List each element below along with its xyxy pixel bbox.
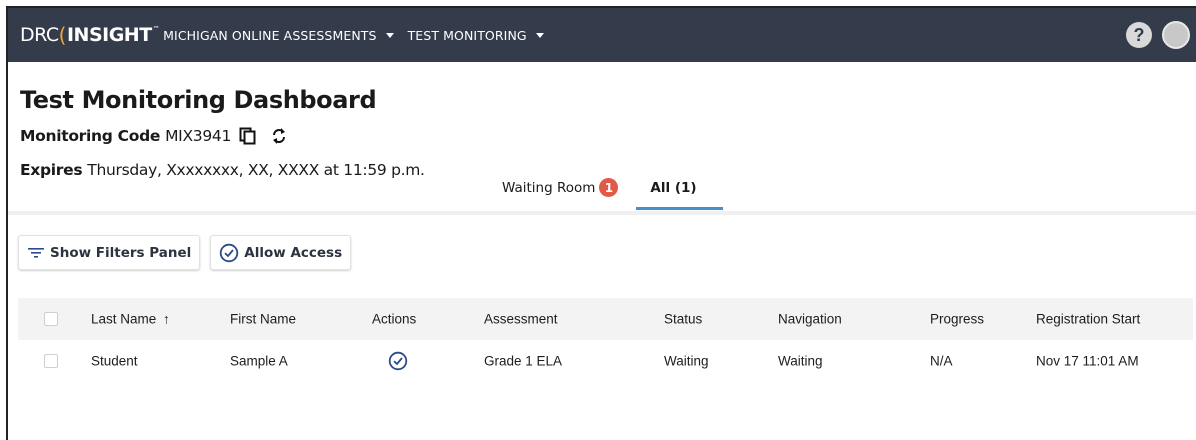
menu-item-label: TEST MONITORING [407,27,527,43]
logo-drc-text: DRC [20,24,59,46]
allow-access-button[interactable]: Allow Access [210,235,352,270]
topbar-actions: ? [1126,21,1190,49]
help-icon[interactable]: ? [1126,22,1152,48]
waiting-count-badge: 1 [599,178,619,197]
cell-progress: N/A [930,353,953,369]
top-navigation-bar: DRC ( INSIGHT ™ MICHIGAN ONLINE ASSESSME… [8,8,1196,62]
column-header-progress[interactable]: Progress [930,312,984,327]
chevron-down-icon [535,32,544,38]
cell-last-name: Student [91,353,138,369]
menu-item-label: MICHIGAN ONLINE ASSESSMENTS [163,27,377,43]
expires-label: Expires [20,161,83,179]
cell-assessment: Grade 1 ELA [484,353,563,369]
chevron-down-icon [385,32,394,38]
row-checkbox[interactable] [44,354,58,368]
check-circle-icon [219,243,239,263]
table-row[interactable]: Student Sample A Grade 1 ELA Waiting Wai… [18,340,1193,382]
avatar[interactable] [1162,21,1190,49]
logo-insight-text: INSIGHT [66,24,152,46]
filter-icon [27,246,45,260]
tab-bar: Waiting Room 1 All (1) [502,178,723,210]
monitoring-code-label: Monitoring Code [20,127,161,145]
section-divider [8,211,1196,215]
cell-first-name: Sample A [230,353,288,369]
menu-michigan-online-assessments[interactable]: MICHIGAN ONLINE ASSESSMENTS [163,27,394,43]
cell-registration-start: Nov 17 11:01 AM [1036,353,1139,369]
page-title: Test Monitoring Dashboard [20,86,377,114]
allow-access-label: Allow Access [244,244,343,261]
cell-status: Waiting [664,353,709,369]
sort-ascending-icon: ↑ [163,311,170,327]
logo-arc-icon: ( [58,23,67,47]
toolbar: Show Filters Panel Allow Access [18,235,361,270]
column-header-first-name[interactable]: First Name [230,312,296,327]
top-menu: MICHIGAN ONLINE ASSESSMENTS TEST MONITOR… [163,28,558,43]
table-header: Last Name ↑ First Name Actions Assessmen… [18,298,1193,340]
show-filters-panel-button[interactable]: Show Filters Panel [18,235,201,270]
expires-row: Expires Thursday, Xxxxxxxx, XX, XXXX at 1… [20,161,425,179]
check-circle-icon[interactable] [388,351,408,371]
logo-trademark: ™ [152,25,160,33]
show-filters-panel-label: Show Filters Panel [50,244,192,261]
refresh-icon[interactable] [271,127,287,145]
menu-test-monitoring[interactable]: TEST MONITORING [408,28,544,43]
column-label: Last Name [91,311,157,327]
tab-label: All (1) [650,180,697,196]
monitoring-code-row: Monitoring Code MIX3941 [20,127,287,145]
tab-all[interactable]: All (1) [636,180,723,210]
column-header-registration-start[interactable]: Registration Start [1036,312,1140,327]
copy-icon[interactable] [239,127,257,145]
cell-navigation: Waiting [778,353,823,369]
tab-label: Waiting Room [502,180,596,196]
column-header-last-name[interactable]: Last Name ↑ [91,312,170,327]
select-all-checkbox[interactable] [44,312,58,326]
column-header-status[interactable]: Status [664,312,702,327]
tab-waiting-room[interactable]: Waiting Room 1 [502,178,619,210]
app-window: DRC ( INSIGHT ™ MICHIGAN ONLINE ASSESSME… [6,6,1196,440]
column-header-navigation[interactable]: Navigation [778,312,842,327]
drc-insight-logo[interactable]: DRC ( INSIGHT ™ [20,23,160,47]
expires-value: Thursday, Xxxxxxxx, XX, XXXX at 11:59 p.… [87,161,425,179]
column-header-actions: Actions [372,311,417,327]
column-header-assessment[interactable]: Assessment [484,312,558,327]
students-table: Last Name ↑ First Name Actions Assessmen… [18,298,1193,382]
monitoring-code-value: MIX3941 [165,127,232,145]
